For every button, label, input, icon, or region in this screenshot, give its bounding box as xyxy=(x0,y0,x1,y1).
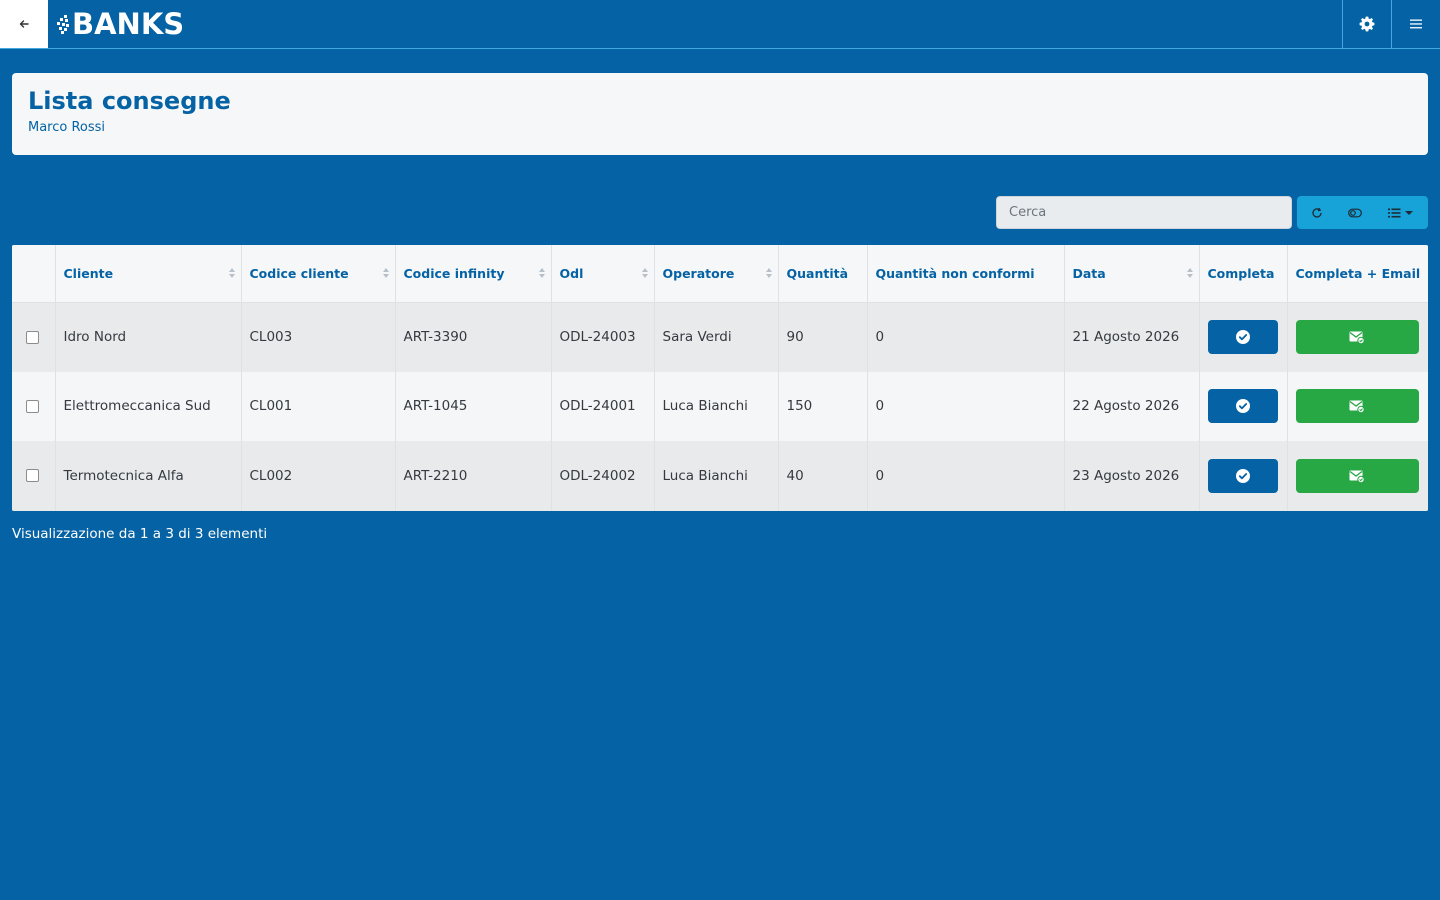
mail-check-icon xyxy=(1349,470,1365,483)
cell-odl: ODL-24002 xyxy=(551,441,655,511)
menu-toggle-button[interactable] xyxy=(1391,0,1440,48)
back-arrow-icon xyxy=(19,20,29,28)
completa-button[interactable] xyxy=(1207,458,1278,493)
cell-codice-cliente: CL003 xyxy=(241,302,396,372)
column-header-completa: Completa xyxy=(1199,245,1288,303)
settings-button[interactable] xyxy=(1342,0,1391,48)
column-header-completa-email: Completa + Email xyxy=(1287,245,1428,303)
cell-quantita-non-conformi: 0 xyxy=(867,302,1065,372)
cell-quantita: 150 xyxy=(778,371,868,441)
column-header-quantita-non-conformi: Quantità non conformi xyxy=(867,245,1065,303)
cell-codice-cliente: CL001 xyxy=(241,371,396,441)
cell-data: 21 Agosto 2026 xyxy=(1064,302,1200,372)
completa-button[interactable] xyxy=(1207,320,1278,354)
cell-operatore: Sara Verdi xyxy=(654,302,779,372)
column-header-select xyxy=(12,245,56,303)
sort-icon xyxy=(538,268,545,278)
cell-quantita: 40 xyxy=(778,441,868,511)
table-row: Idro Nord CL003 ART-3390 ODL-24003 Sara … xyxy=(12,302,1428,372)
cell-quantita-non-conformi: 0 xyxy=(867,441,1065,511)
table-toolbar-buttons xyxy=(1297,196,1428,229)
table-row: Termotecnica Alfa CL002 ART-2210 ODL-240… xyxy=(12,441,1428,511)
deliveries-table: Cliente Codice cliente Codice infinity O… xyxy=(12,245,1428,511)
top-navbar: BANKS xyxy=(0,0,1440,49)
cell-odl: ODL-24001 xyxy=(551,371,655,441)
cell-quantita-non-conformi: 0 xyxy=(867,371,1065,441)
column-header-operatore[interactable]: Operatore xyxy=(654,245,779,303)
cell-codice-infinity: ART-3390 xyxy=(395,302,552,372)
row-checkbox[interactable] xyxy=(26,330,39,344)
cell-cliente: Idro Nord xyxy=(55,302,242,372)
sort-icon xyxy=(228,268,235,278)
check-circle-icon xyxy=(1235,399,1250,414)
page-header-card: Lista consegne Marco Rossi xyxy=(12,73,1428,155)
table-header-row: Cliente Codice cliente Codice infinity O… xyxy=(12,245,1428,303)
completa-email-button[interactable] xyxy=(1295,458,1419,493)
sort-icon xyxy=(1186,268,1193,278)
cell-cliente: Termotecnica Alfa xyxy=(55,441,242,511)
column-header-codice-infinity[interactable]: Codice infinity xyxy=(395,245,552,303)
back-button[interactable] xyxy=(0,0,48,48)
cell-odl: ODL-24003 xyxy=(551,302,655,372)
cell-cliente: Elettromeccanica Sud xyxy=(55,371,242,441)
logo-text: BANKS xyxy=(72,7,185,41)
page-subtitle-user: Marco Rossi xyxy=(28,120,106,135)
column-header-quantita: Quantità xyxy=(778,245,868,303)
search-input[interactable] xyxy=(996,196,1292,229)
column-header-odl[interactable]: Odl xyxy=(551,245,655,303)
check-circle-icon xyxy=(1235,330,1250,344)
completa-button[interactable] xyxy=(1207,389,1278,424)
cell-codice-cliente: CL002 xyxy=(241,441,396,511)
gear-icon xyxy=(1359,16,1375,32)
cell-codice-infinity: ART-1045 xyxy=(395,371,552,441)
column-header-cliente[interactable]: Cliente xyxy=(55,245,242,303)
cell-data: 22 Agosto 2026 xyxy=(1064,371,1200,441)
row-checkbox[interactable] xyxy=(26,469,39,483)
cell-operatore: Luca Bianchi xyxy=(654,371,779,441)
refresh-button[interactable] xyxy=(1297,196,1336,229)
hamburger-menu-icon xyxy=(1410,19,1422,29)
toggle-view-button[interactable] xyxy=(1336,196,1374,229)
completa-email-button[interactable] xyxy=(1295,389,1419,424)
columns-list-icon xyxy=(1388,208,1413,217)
pagination-info: Visualizzazione da 1 a 3 di 3 elementi xyxy=(12,526,268,542)
banks-logo[interactable]: BANKS xyxy=(56,7,185,41)
logo-pixel-icon xyxy=(57,15,69,34)
sort-icon xyxy=(641,268,648,278)
sort-icon xyxy=(382,268,389,278)
check-circle-icon xyxy=(1235,468,1250,483)
cell-operatore: Luca Bianchi xyxy=(654,441,779,511)
cell-data: 23 Agosto 2026 xyxy=(1064,441,1200,511)
mail-check-icon xyxy=(1349,400,1365,414)
row-checkbox[interactable] xyxy=(26,399,39,413)
column-header-data[interactable]: Data xyxy=(1064,245,1200,303)
refresh-icon xyxy=(1311,207,1322,218)
page-title: Lista consegne xyxy=(28,87,231,115)
table-row: Elettromeccanica Sud CL001 ART-1045 ODL-… xyxy=(12,371,1428,441)
sort-icon xyxy=(765,268,772,278)
columns-dropdown-button[interactable] xyxy=(1374,196,1428,229)
cell-quantita: 90 xyxy=(778,302,868,372)
toggle-icon xyxy=(1348,208,1362,217)
column-header-codice-cliente[interactable]: Codice cliente xyxy=(241,245,396,303)
completa-email-button[interactable] xyxy=(1295,320,1419,354)
cell-codice-infinity: ART-2210 xyxy=(395,441,552,511)
mail-check-icon xyxy=(1349,331,1365,344)
